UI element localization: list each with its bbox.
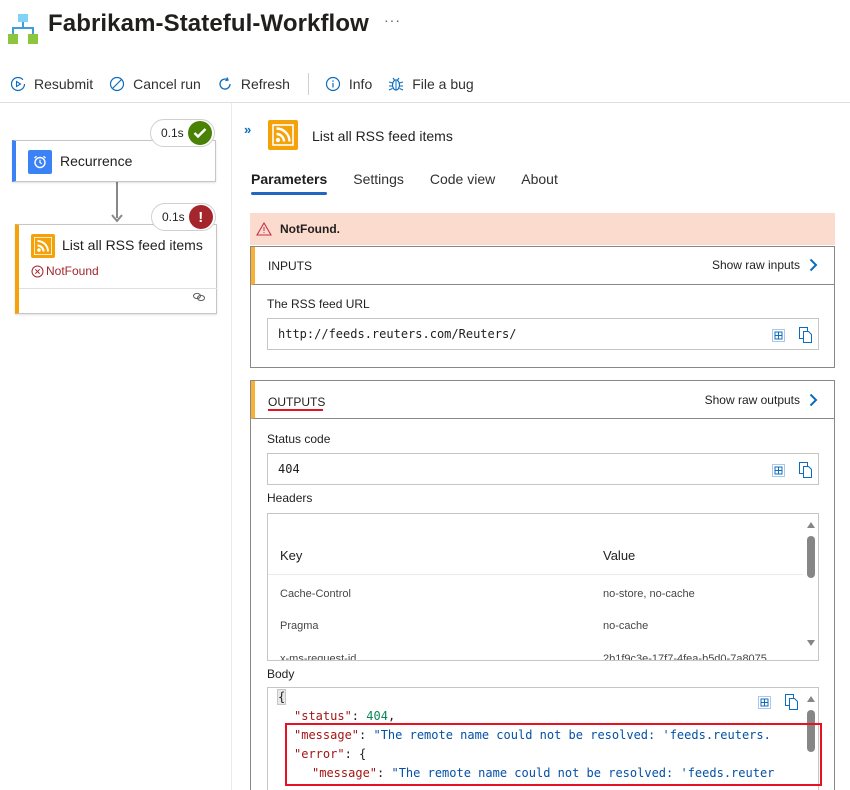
resubmit-icon — [10, 76, 26, 92]
rss-icon — [31, 234, 55, 258]
column-header-key: Key — [280, 548, 303, 563]
rss-url-label: The RSS feed URL — [267, 297, 370, 311]
body-label: Body — [267, 667, 295, 681]
canvas-divider — [231, 103, 232, 790]
status-code-field[interactable]: 404 — [267, 453, 819, 485]
copy-icon[interactable] — [785, 694, 798, 710]
headers-label: Headers — [267, 491, 313, 505]
connector-arrow-icon — [111, 214, 123, 223]
refresh-label: Refresh — [240, 76, 290, 92]
json-line-status: "status": 404, — [294, 709, 396, 723]
page-title: Fabrikam-Stateful-Workflow — [48, 10, 369, 37]
error-alert: NotFound. — [250, 213, 835, 245]
panel-tabs: Parameters Settings Code view About — [251, 171, 584, 195]
duration-label: 0.1s — [162, 210, 185, 224]
step-connector — [116, 182, 118, 218]
rss-url-value: http://feeds.reuters.com/Reuters/ — [278, 327, 517, 341]
step-error: NotFound — [31, 264, 99, 278]
show-raw-outputs-label: Show raw outputs — [704, 393, 800, 407]
rss-icon — [268, 120, 298, 150]
table-view-icon[interactable] — [772, 463, 785, 477]
header-value: 2b1f9c3e-17f7-4fea-b5d0-7a8075... — [603, 653, 777, 661]
header-key: Pragma — [280, 620, 319, 632]
header-divider — [268, 574, 803, 575]
file-bug-label: File a bug — [412, 76, 474, 92]
header-key: x-ms-request-id — [280, 653, 357, 661]
highlight-underline — [268, 409, 323, 411]
status-code-value: 404 — [278, 462, 300, 476]
info-button[interactable]: Info — [325, 76, 372, 92]
status-badge-succeeded: 0.1s — [150, 119, 215, 147]
headers-table: Key Value Cache-Control no-store, no-cac… — [267, 513, 819, 661]
bug-icon — [389, 77, 404, 91]
copy-icon[interactable] — [799, 327, 812, 343]
step-label: List all RSS feed items — [62, 237, 203, 253]
status-badge-failed: 0.1s ! — [151, 203, 216, 231]
table-view-icon[interactable] — [758, 695, 771, 709]
toolbar-divider — [307, 73, 309, 95]
tab-settings[interactable]: Settings — [353, 171, 404, 195]
header-value: no-store, no-cache — [603, 588, 695, 600]
resubmit-label: Resubmit — [34, 76, 94, 92]
step-card-rss[interactable]: List all RSS feed items NotFound — [15, 224, 217, 314]
show-raw-inputs-label: Show raw inputs — [711, 258, 800, 272]
inputs-section: INPUTS Show raw inputs The RSS feed URL … — [250, 246, 835, 368]
alarm-clock-icon — [28, 150, 52, 174]
step-error-text: NotFound — [46, 264, 99, 278]
json-brace: { — [276, 689, 287, 705]
step-label: Recurrence — [60, 153, 133, 169]
outputs-title: OUTPUTS — [268, 395, 326, 409]
link-icon[interactable] — [192, 289, 206, 307]
error-circle-icon — [31, 265, 44, 277]
scroll-up-icon[interactable] — [807, 696, 815, 702]
more-options-button[interactable]: ··· — [384, 12, 401, 28]
file-bug-button[interactable]: File a bug — [388, 76, 474, 92]
refresh-button[interactable]: Refresh — [217, 76, 290, 92]
alert-text: NotFound. — [280, 222, 340, 236]
card-divider — [19, 288, 217, 289]
header-key: Cache-Control — [280, 588, 351, 600]
inputs-title: INPUTS — [268, 259, 313, 273]
column-header-value: Value — [603, 548, 636, 563]
show-raw-outputs-link[interactable]: Show raw outputs — [705, 393, 818, 407]
header-divider — [0, 102, 850, 103]
scroll-up-icon[interactable] — [807, 522, 815, 528]
copy-icon[interactable] — [799, 462, 812, 478]
tab-about[interactable]: About — [521, 171, 558, 195]
show-raw-inputs-link[interactable]: Show raw inputs — [712, 258, 818, 272]
chevron-right-icon — [809, 393, 818, 407]
table-view-icon[interactable] — [772, 328, 785, 342]
cancel-run-button[interactable]: Cancel run — [109, 76, 201, 92]
checkmark-icon — [187, 121, 212, 145]
warning-icon — [256, 222, 272, 236]
exclamation-icon: ! — [188, 205, 213, 229]
app-header: Fabrikam-Stateful-Workflow ··· — [0, 0, 850, 60]
toolbar: Resubmit Cancel run Refresh Info File a … — [0, 66, 850, 102]
tab-parameters[interactable]: Parameters — [251, 171, 328, 195]
highlight-box — [285, 723, 822, 786]
info-label: Info — [348, 76, 373, 92]
resubmit-button[interactable]: Resubmit — [10, 76, 93, 92]
refresh-icon — [219, 77, 231, 90]
outputs-header: OUTPUTS Show raw outputs — [251, 381, 834, 419]
status-code-label: Status code — [267, 432, 331, 446]
inputs-header: INPUTS Show raw inputs — [251, 247, 834, 285]
header-value: no-cache — [603, 620, 649, 632]
duration-label: 0.1s — [161, 126, 184, 140]
chevron-right-icon — [809, 258, 818, 272]
headers-scrollbar[interactable] — [804, 514, 818, 660]
info-icon — [325, 76, 340, 92]
scroll-down-icon[interactable] — [807, 640, 815, 646]
collapse-panel-button[interactable]: » — [244, 122, 251, 137]
scroll-thumb[interactable] — [807, 536, 815, 578]
cancel-run-label: Cancel run — [133, 76, 201, 92]
rss-url-field[interactable]: http://feeds.reuters.com/Reuters/ — [267, 318, 819, 350]
workflow-logo-icon — [8, 14, 38, 46]
tab-code-view[interactable]: Code view — [430, 171, 495, 195]
cancel-icon — [110, 76, 125, 92]
panel-title: List all RSS feed items — [312, 128, 453, 144]
